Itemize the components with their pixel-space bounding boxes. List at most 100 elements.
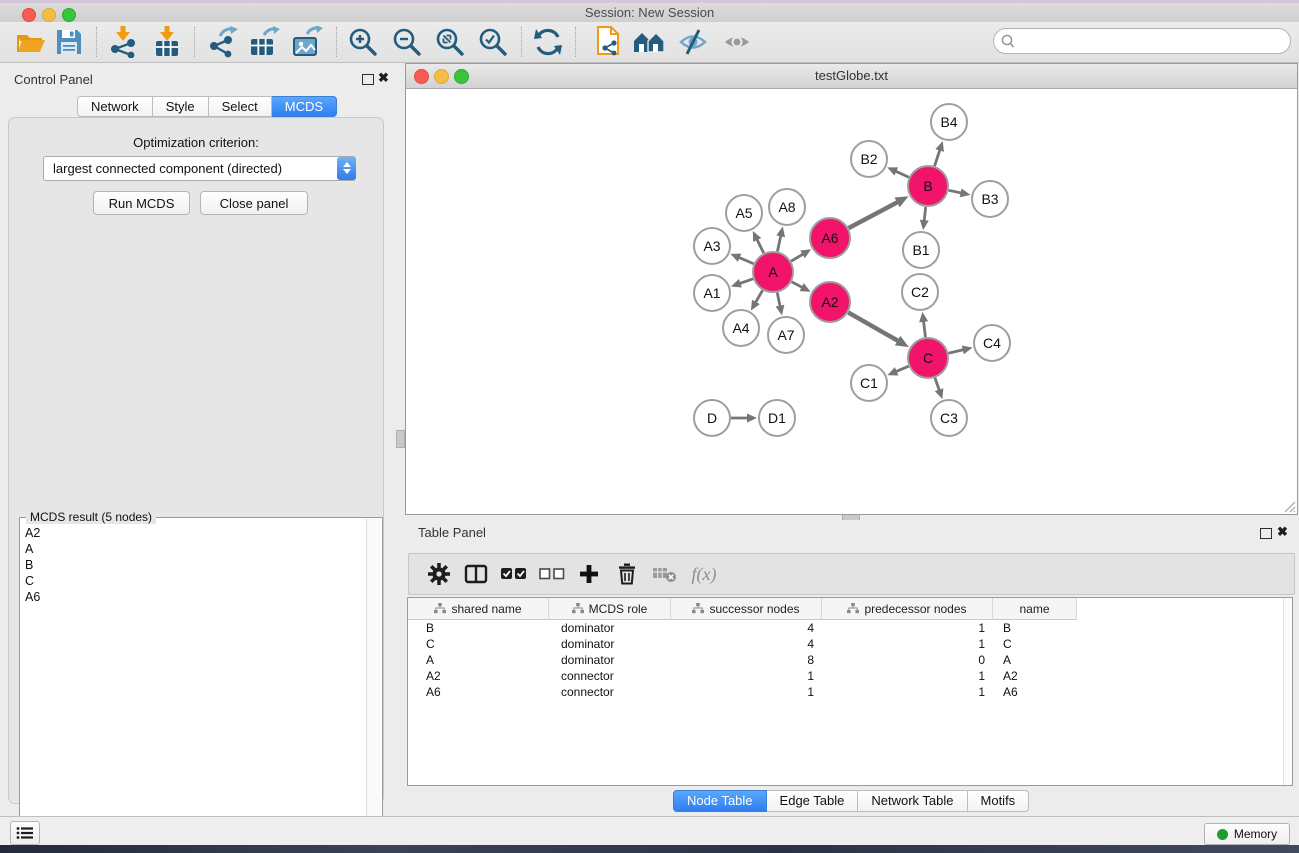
table-row[interactable]: Cdominator41C — [408, 636, 1292, 652]
zoom-fit-icon[interactable] — [431, 25, 469, 59]
graph-edge-D-D1[interactable] — [731, 414, 757, 423]
deselect-all-checkboxes-icon[interactable] — [535, 559, 569, 589]
minimize-traffic-light[interactable] — [42, 8, 56, 22]
session-titlebar[interactable]: Session: New Session — [0, 3, 1299, 22]
tab-node-table[interactable]: Node Table — [673, 790, 767, 812]
table-row[interactable]: Adominator80A — [408, 652, 1292, 668]
graph-node-D[interactable]: D — [694, 400, 730, 436]
graph-node-C1[interactable]: C1 — [851, 365, 887, 401]
network-zoom-traffic-light[interactable] — [454, 69, 469, 84]
export-network-icon[interactable] — [203, 25, 241, 59]
graph-edge-A2-C[interactable] — [848, 312, 909, 347]
home-icon[interactable] — [630, 25, 668, 59]
tab-motifs[interactable]: Motifs — [968, 790, 1030, 812]
refresh-layout-icon[interactable] — [529, 25, 567, 59]
close-traffic-light[interactable] — [22, 8, 36, 22]
table-cell[interactable]: 1 — [671, 684, 822, 700]
graph-node-A4[interactable]: A4 — [723, 310, 759, 346]
zoom-out-icon[interactable] — [388, 25, 426, 59]
table-row[interactable]: Bdominator41B — [408, 620, 1292, 636]
delete-column-icon[interactable] — [610, 559, 644, 589]
graph-node-B2[interactable]: B2 — [851, 141, 887, 177]
graph-node-B1[interactable]: B1 — [903, 232, 939, 268]
table-cell[interactable]: 4 — [671, 636, 822, 652]
float-panel-icon[interactable] — [362, 74, 374, 85]
graph-edge-A-A7[interactable] — [776, 293, 785, 316]
graph-edge-A-A5[interactable] — [753, 231, 764, 253]
graph-edge-A-A2[interactable] — [792, 282, 811, 292]
window-resize-grip[interactable] — [1282, 499, 1296, 513]
table-cell[interactable]: 1 — [822, 636, 993, 652]
graph-node-A6[interactable]: A6 — [810, 218, 850, 258]
table-cell[interactable]: 8 — [671, 652, 822, 668]
graph-node-B4[interactable]: B4 — [931, 104, 967, 140]
column-header-predecessor-nodes[interactable]: predecessor nodes — [822, 598, 993, 620]
tab-network-table[interactable]: Network Table — [858, 790, 967, 812]
table-cell[interactable]: 1 — [822, 620, 993, 636]
table-cell[interactable]: 4 — [671, 620, 822, 636]
graph-edge-B-B1[interactable] — [920, 207, 929, 230]
graph-node-A3[interactable]: A3 — [694, 228, 730, 264]
graph-node-A8[interactable]: A8 — [769, 189, 805, 225]
table-scrollbar[interactable] — [1283, 598, 1292, 785]
graph-node-B[interactable]: B — [908, 166, 948, 206]
close-panel-icon[interactable]: ✖ — [378, 70, 389, 86]
run-mcds-button[interactable]: Run MCDS — [93, 191, 190, 215]
graph-node-A7[interactable]: A7 — [768, 317, 804, 353]
column-header-MCDS-role[interactable]: MCDS role — [549, 598, 671, 620]
table-cell[interactable]: connector — [549, 668, 671, 684]
import-network-icon[interactable] — [104, 25, 142, 59]
network-minimize-traffic-light[interactable] — [434, 69, 449, 84]
mcds-result-item[interactable]: C — [25, 573, 367, 589]
tab-select[interactable]: Select — [209, 96, 272, 117]
graph-node-A5[interactable]: A5 — [726, 195, 762, 231]
table-cell[interactable]: dominator — [549, 636, 671, 652]
table-cell[interactable]: 1 — [671, 668, 822, 684]
search-field[interactable] — [993, 28, 1291, 54]
graph-edge-B-B3[interactable] — [949, 188, 971, 197]
graph-edge-A6-B[interactable] — [849, 196, 909, 228]
mcds-result-item[interactable]: A — [25, 541, 367, 557]
open-document-network-icon[interactable] — [590, 25, 628, 59]
mcds-result-item[interactable]: A2 — [25, 525, 367, 541]
criterion-select[interactable]: largest connected component (directed) — [43, 156, 356, 181]
tab-edge-table[interactable]: Edge Table — [767, 790, 859, 812]
save-session-icon[interactable] — [50, 25, 88, 59]
graph-edge-C-C3[interactable] — [935, 378, 943, 399]
table-row[interactable]: A6connector11A6 — [408, 684, 1292, 700]
import-table-icon[interactable] — [148, 25, 186, 59]
search-input[interactable] — [1018, 31, 1290, 51]
tab-network[interactable]: Network — [77, 96, 153, 117]
table-cell[interactable]: A2 — [993, 668, 1077, 684]
graph-node-D1[interactable]: D1 — [759, 400, 795, 436]
select-all-checkboxes-icon[interactable] — [497, 559, 531, 589]
network-window-titlebar[interactable]: testGlobe.txt — [406, 64, 1297, 89]
column-header-shared-name[interactable]: shared name — [408, 598, 549, 620]
table-cell[interactable]: dominator — [549, 620, 671, 636]
graph-node-C2[interactable]: C2 — [902, 274, 938, 310]
table-cell[interactable]: A6 — [993, 684, 1077, 700]
tab-style[interactable]: Style — [153, 96, 209, 117]
zoom-selected-icon[interactable] — [474, 25, 512, 59]
vertical-splitter-handle[interactable] — [396, 430, 405, 448]
table-cell[interactable]: B — [408, 620, 549, 636]
zoom-in-icon[interactable] — [344, 25, 382, 59]
table-cell[interactable]: C — [993, 636, 1077, 652]
delete-table-icon[interactable] — [648, 559, 682, 589]
table-cell[interactable]: A — [408, 652, 549, 668]
close-panel-button[interactable]: Close panel — [200, 191, 308, 215]
graph-node-C3[interactable]: C3 — [931, 400, 967, 436]
tab-mcds[interactable]: MCDS — [272, 96, 337, 117]
graph-node-A[interactable]: A — [753, 252, 793, 292]
graph-node-B3[interactable]: B3 — [972, 181, 1008, 217]
open-session-icon[interactable] — [12, 25, 50, 59]
network-close-traffic-light[interactable] — [414, 69, 429, 84]
task-history-button[interactable] — [10, 821, 40, 845]
export-table-icon[interactable] — [245, 25, 283, 59]
table-float-panel-icon[interactable] — [1260, 528, 1272, 539]
zoom-traffic-light[interactable] — [62, 8, 76, 22]
mcds-result-item[interactable]: B — [25, 557, 367, 573]
function-builder-icon[interactable]: f(x) — [687, 559, 721, 589]
column-header-name[interactable]: name — [993, 598, 1077, 620]
mcds-result-scrollbar[interactable] — [366, 519, 381, 847]
